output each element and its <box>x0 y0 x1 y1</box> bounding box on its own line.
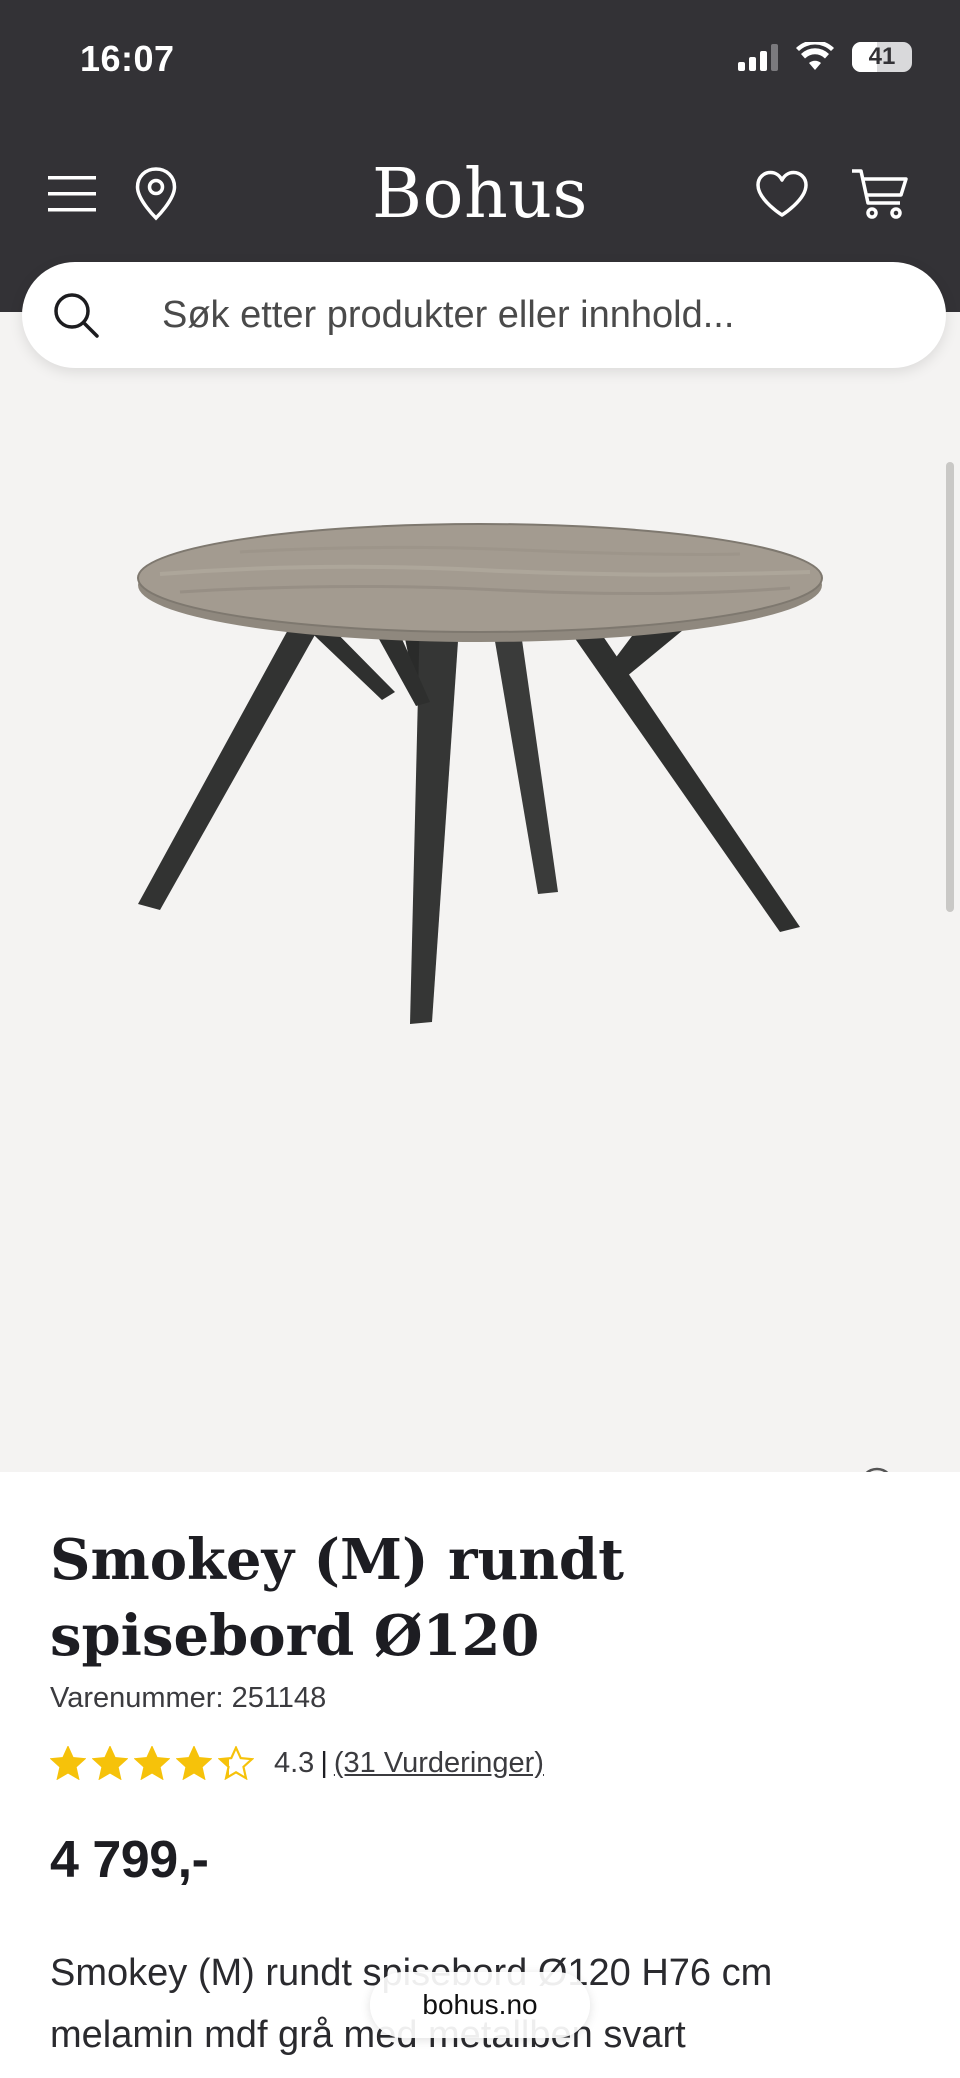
product-main-image[interactable] <box>120 492 840 1142</box>
star-icon <box>50 1746 86 1780</box>
search-icon[interactable] <box>48 287 104 343</box>
battery-indicator: 41 <box>852 42 912 72</box>
reviews-link[interactable]: (31 Vurderinger) <box>334 1747 544 1780</box>
heart-icon[interactable] <box>750 162 814 226</box>
product-price: 4 799,- <box>50 1831 209 1889</box>
status-time: 16:07 <box>80 38 175 79</box>
scrollbar[interactable] <box>946 462 954 912</box>
product-sku: Varenummer: 251148 <box>50 1682 327 1714</box>
browser-url-pill[interactable]: bohus.no <box>370 1972 590 2038</box>
status-icons: 41 <box>738 42 912 72</box>
battery-percent: 41 <box>868 43 896 70</box>
bohus-logo[interactable]: Bohus <box>0 150 960 240</box>
rating-value: 4.3 <box>274 1746 315 1779</box>
cellular-signal-icon <box>738 43 778 71</box>
site-header: Bohus <box>0 150 960 240</box>
star-icon <box>92 1746 128 1780</box>
product-rating: 4.3 | (31 Vurderinger) <box>50 1746 544 1780</box>
cart-icon[interactable] <box>848 162 912 226</box>
star-icon <box>218 1746 254 1780</box>
star-icon <box>176 1746 212 1780</box>
wifi-icon <box>796 42 834 70</box>
rating-separator: | <box>320 1746 328 1779</box>
search-bar <box>22 262 946 368</box>
star-icon <box>134 1746 170 1780</box>
rating-stars <box>50 1746 254 1780</box>
product-title: Smokey (M) rundt spisebord Ø120 <box>50 1527 624 1669</box>
product-gallery <box>0 312 960 1733</box>
search-input[interactable] <box>162 293 862 337</box>
